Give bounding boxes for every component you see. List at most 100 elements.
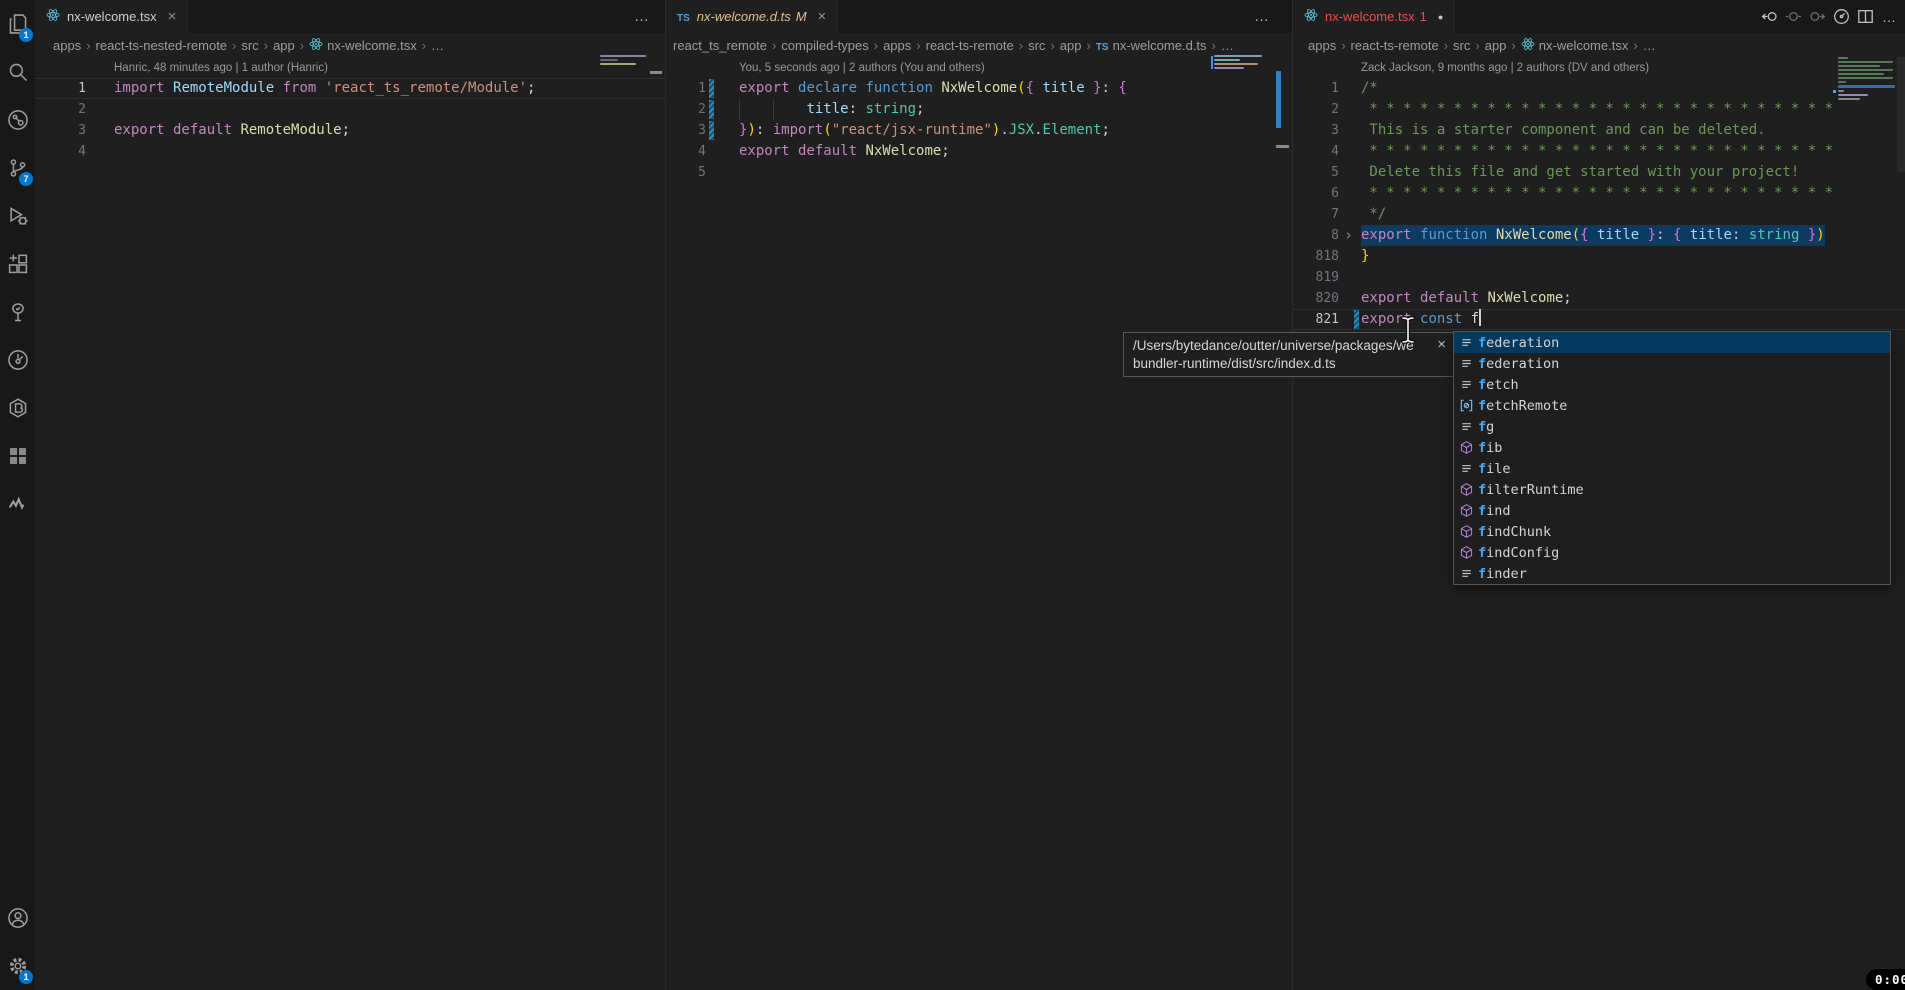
editor-line[interactable]: 7 */ (1293, 204, 1905, 225)
extension-grid-icon[interactable] (0, 432, 35, 480)
line-number[interactable]: 6 (1293, 183, 1339, 204)
stage-change-icon[interactable] (1784, 8, 1802, 26)
suggest-item-fetch[interactable]: fetch (1454, 374, 1890, 395)
editor-line[interactable]: 2 title: string; (666, 99, 1293, 120)
more-actions-icon[interactable]: … (1254, 0, 1269, 33)
line-number[interactable]: 4 (1293, 141, 1339, 162)
breadcrumb-item[interactable]: react_ts_remote (673, 38, 767, 53)
fold-chevron-icon[interactable]: › (1344, 225, 1353, 245)
breadcrumb-item[interactable]: apps (53, 38, 81, 53)
extension-hexagon-b-icon[interactable] (0, 384, 35, 432)
git-blame-codelens[interactable]: Zack Jackson, 9 months ago | 2 authors (… (1293, 57, 1905, 78)
line-number[interactable]: 1 (1293, 78, 1339, 99)
breadcrumb-item-tail[interactable]: … (431, 38, 444, 53)
suggest-item-federation[interactable]: federation (1454, 353, 1890, 374)
line-number[interactable]: 4 (35, 141, 86, 162)
more-actions-icon[interactable]: … (1880, 8, 1898, 26)
open-changes-icon[interactable] (1832, 8, 1850, 26)
editor-line[interactable]: 4 * * * * * * * * * * * * * * * * * * * … (1293, 141, 1905, 162)
editor-line[interactable]: 5 Delete this file and get started with … (1293, 162, 1905, 183)
line-number[interactable]: 7 (1293, 204, 1339, 225)
line-number[interactable]: 819 (1293, 267, 1339, 288)
editor-line[interactable]: 5 (666, 162, 1293, 183)
more-actions-icon[interactable]: … (634, 0, 649, 33)
editor-line[interactable]: 4export default NxWelcome; (666, 141, 1293, 162)
editor-line[interactable]: 2 * * * * * * * * * * * * * * * * * * * … (1293, 99, 1905, 120)
editor-line[interactable]: 1export declare function NxWelcome({ tit… (666, 78, 1293, 99)
editor-line[interactable]: 6 * * * * * * * * * * * * * * * * * * * … (1293, 183, 1905, 204)
editor-line[interactable]: 820export default NxWelcome; (1293, 288, 1905, 309)
line-number[interactable]: 820 (1293, 288, 1339, 309)
extensions-icon[interactable] (0, 240, 35, 288)
search-icon[interactable] (0, 48, 35, 96)
tab-nx-welcome.tsx[interactable]: nx-welcome.tsx× (35, 0, 188, 33)
split-editor-icon[interactable] (1856, 8, 1874, 26)
breadcrumb-item-tail[interactable]: … (1221, 38, 1234, 53)
minimap-group-2[interactable] (1214, 55, 1266, 71)
minimap-group-3[interactable] (1838, 57, 1895, 102)
editor-line[interactable]: 1import RemoteModule from 'react_ts_remo… (35, 78, 665, 99)
source-control-icon[interactable]: 7 (0, 144, 35, 192)
suggest-item-fib[interactable]: fib (1454, 437, 1890, 458)
line-number[interactable]: 1 (666, 78, 706, 99)
close-icon[interactable]: × (1437, 336, 1446, 354)
git-graph-icon[interactable] (0, 336, 35, 384)
breadcrumb-item[interactable]: app (1485, 38, 1507, 53)
accounts-icon[interactable] (0, 894, 35, 942)
previous-change-icon[interactable] (1760, 8, 1778, 26)
explorer-icon[interactable]: 1 (0, 0, 35, 48)
line-number[interactable]: 3 (666, 120, 706, 141)
git-blame-codelens[interactable]: Hanric, 48 minutes ago | 1 author (Hanri… (35, 57, 665, 78)
suggest-item-finder[interactable]: finder (1454, 563, 1890, 584)
editor-line[interactable]: 1/* (1293, 78, 1905, 99)
tab-nx-welcome.tsx[interactable]: nx-welcome.tsx1● (1293, 0, 1455, 33)
breadcrumb-item[interactable]: app (1060, 38, 1082, 53)
breadcrumb-item[interactable]: apps (1308, 38, 1336, 53)
settings-icon[interactable]: 1 (0, 942, 35, 990)
breadcrumb-item-file[interactable]: nx-welcome.tsx (327, 38, 417, 53)
suggest-item-findConfig[interactable]: findConfig (1454, 542, 1890, 563)
run-and-debug-icon[interactable] (0, 192, 35, 240)
breadcrumb-item[interactable]: react-ts-remote (926, 38, 1014, 53)
line-number[interactable]: 2 (35, 99, 86, 120)
breadcrumb-item[interactable]: react-ts-remote (1351, 38, 1439, 53)
editor-line[interactable]: 2 (35, 99, 665, 120)
breadcrumb-item-file[interactable]: nx-welcome.tsx (1539, 38, 1629, 53)
line-number[interactable]: 5 (1293, 162, 1339, 183)
extension-squiggle-icon[interactable] (0, 480, 35, 528)
line-number[interactable]: 2 (1293, 99, 1339, 120)
line-number[interactable]: 5 (666, 162, 706, 183)
git-blame-codelens[interactable]: You, 5 seconds ago | 2 authors (You and … (666, 57, 1293, 78)
testing-tree-icon[interactable] (0, 288, 35, 336)
suggest-item-fg[interactable]: fg (1454, 416, 1890, 437)
scrollbar-g3[interactable] (1897, 57, 1905, 172)
tab-nx-welcome.d.ts[interactable]: TSnx-welcome.d.tsM× (666, 0, 838, 33)
editor-line[interactable]: 3 This is a starter component and can be… (1293, 120, 1905, 141)
breadcrumb-item[interactable]: app (273, 38, 295, 53)
breadcrumb-item[interactable]: src (241, 38, 258, 53)
editor-line[interactable]: 819 (1293, 267, 1905, 288)
suggest-item-filterRuntime[interactable]: filterRuntime (1454, 479, 1890, 500)
line-number[interactable]: 8 (1293, 225, 1339, 246)
suggest-item-file[interactable]: file (1454, 458, 1890, 479)
editor-line[interactable]: 3export default RemoteModule; (35, 120, 665, 141)
line-number[interactable]: 3 (1293, 120, 1339, 141)
dirty-dot-icon[interactable]: ● (1438, 12, 1443, 22)
breadcrumb-item-file[interactable]: nx-welcome.d.ts (1113, 38, 1207, 53)
breadcrumb-item[interactable]: src (1453, 38, 1470, 53)
breadcrumb-item[interactable]: apps (883, 38, 911, 53)
breadcrumb-item-tail[interactable]: … (1643, 38, 1656, 53)
editor-line[interactable]: 821export const f (1293, 309, 1905, 330)
suggest-item-federation[interactable]: federation (1454, 332, 1890, 353)
editor-line[interactable]: 8›export function NxWelcome({ title }: {… (1293, 225, 1905, 246)
line-number[interactable]: 2 (666, 99, 706, 120)
breadcrumb-item[interactable]: compiled-types (781, 38, 868, 53)
line-number[interactable]: 1 (35, 78, 86, 99)
suggest-item-fetchRemote[interactable]: fetchRemote (1454, 395, 1890, 416)
close-icon[interactable]: × (818, 8, 827, 25)
breadcrumb-item[interactable]: src (1028, 38, 1045, 53)
suggest-item-findChunk[interactable]: findChunk (1454, 521, 1890, 542)
editor-line[interactable]: 4 (35, 141, 665, 162)
suggest-item-find[interactable]: find (1454, 500, 1890, 521)
editor-line[interactable]: 3}): import("react/jsx-runtime").JSX.Ele… (666, 120, 1293, 141)
